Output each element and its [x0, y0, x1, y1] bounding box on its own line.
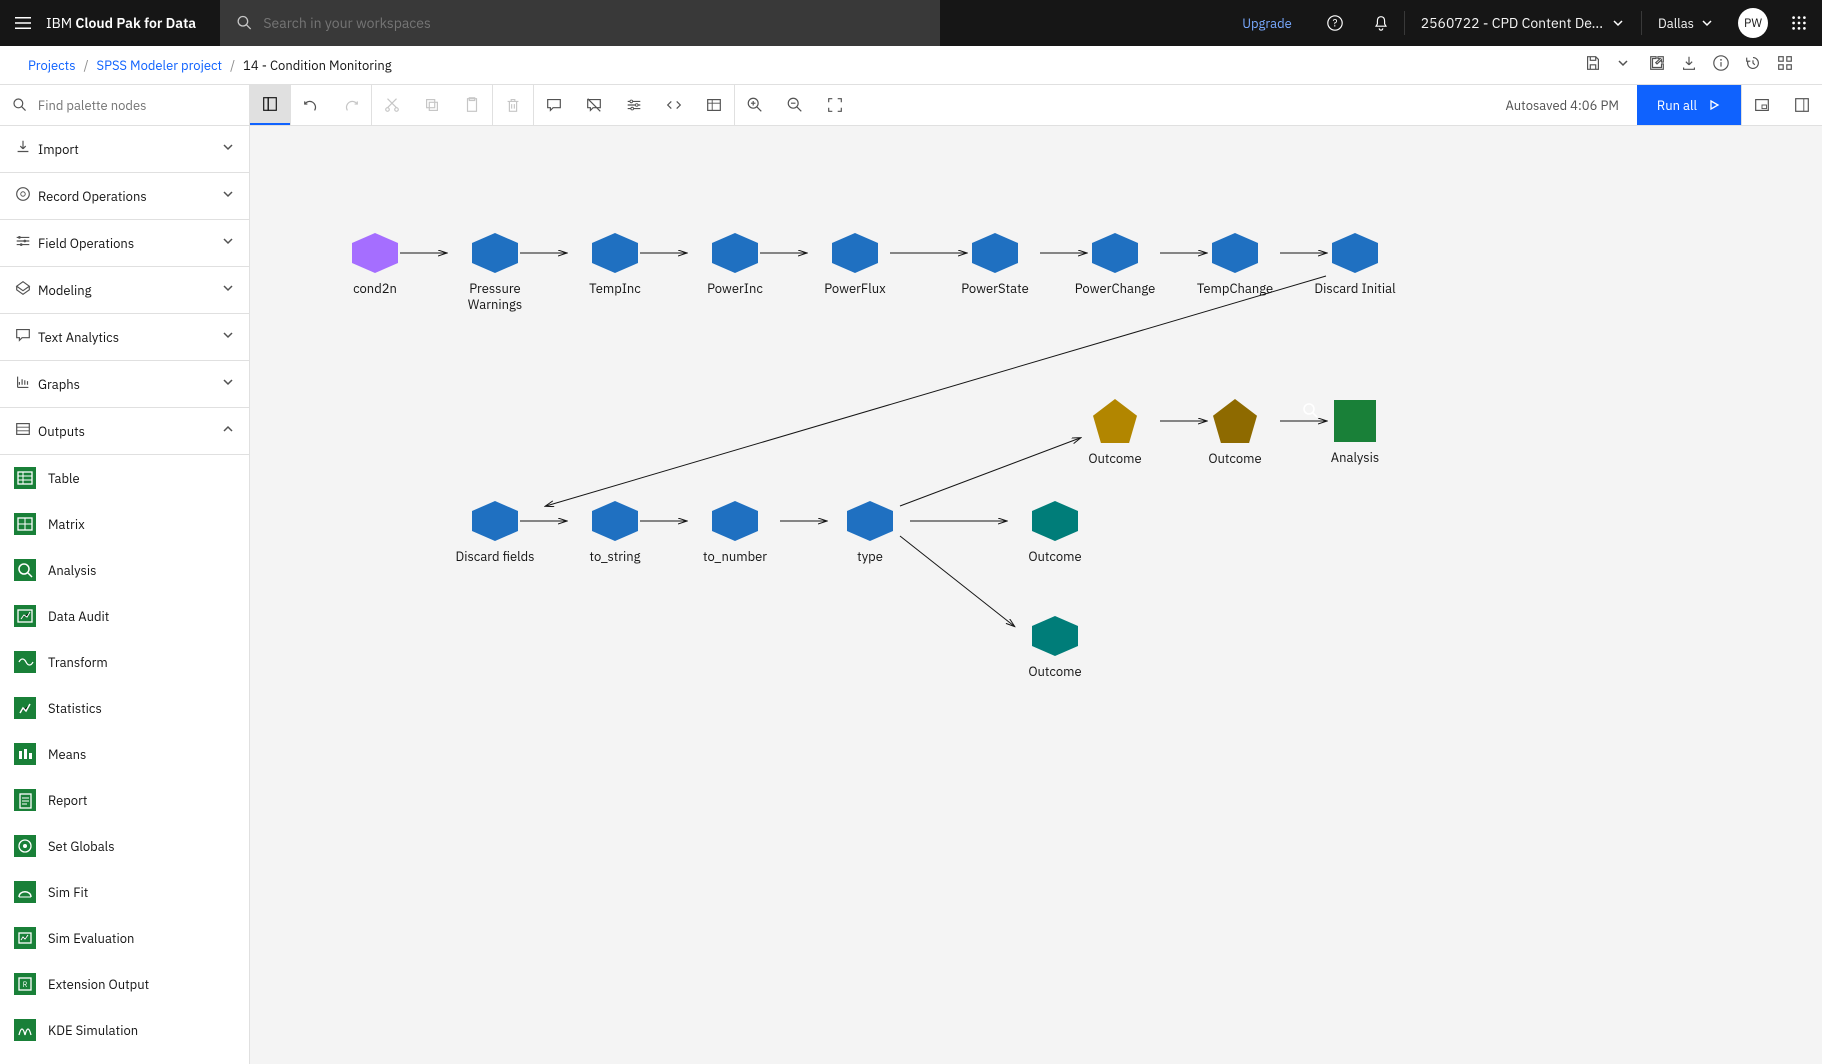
delete-button: [493, 85, 533, 125]
layout-icon[interactable]: [1776, 54, 1794, 76]
node-tempinc[interactable]: TempInc: [560, 233, 670, 297]
breadcrumb-bar: Projects / SPSS Modeler project / 14 - C…: [0, 46, 1822, 85]
redo-button: [331, 85, 371, 125]
app-switcher-icon[interactable]: [1776, 0, 1822, 46]
node-type[interactable]: type: [815, 501, 925, 565]
project-switcher[interactable]: 2560722 - CPD Content De...: [1405, 14, 1641, 32]
breadcrumb-modeler-project[interactable]: SPSS Modeler project: [97, 57, 223, 74]
palette-item-sim-evaluation[interactable]: Sim Evaluation: [0, 915, 249, 961]
node-outcome-apply-1[interactable]: C5.0Outcome: [1000, 501, 1110, 565]
breadcrumb-current: 14 - Condition Monitoring: [243, 57, 392, 74]
comment-button[interactable]: [534, 85, 574, 125]
hamburger-menu[interactable]: [0, 13, 46, 33]
palette-category-import[interactable]: Import: [0, 126, 249, 173]
node-powerstate[interactable]: PowerState: [940, 233, 1050, 297]
palette-item-analysis[interactable]: Analysis: [0, 547, 249, 593]
node-powerflux[interactable]: PowerFlux: [800, 233, 910, 297]
cut-button: [372, 85, 412, 125]
node-powerinc[interactable]: PowerInc: [680, 233, 790, 297]
node-cond2n[interactable]: cond2n: [320, 233, 430, 297]
zoom-in-button[interactable]: [735, 85, 775, 125]
global-search-input[interactable]: [263, 14, 924, 32]
node-powerchange[interactable]: PowerChange: [1060, 233, 1170, 297]
palette-panel: Import Record Operations Field Operation…: [0, 126, 250, 1064]
node-discard-initial[interactable]: ?Discard Initial: [1300, 233, 1410, 297]
palette-item-set-globals[interactable]: Set Globals: [0, 823, 249, 869]
download-icon[interactable]: [1680, 54, 1698, 76]
minimap-button[interactable]: [1742, 85, 1782, 125]
node-discard-fields[interactable]: Discard fields: [440, 501, 550, 565]
flow-canvas[interactable]: cond2n PressureWarnings TempInc PowerInc…: [250, 126, 1822, 1064]
svg-text:C5.0: C5.0: [1183, 403, 1195, 410]
comment-strike-button[interactable]: [574, 85, 614, 125]
node-pressure-warnings[interactable]: PressureWarnings: [440, 233, 550, 314]
info-icon[interactable]: [1712, 54, 1730, 76]
palette-category-outputs[interactable]: Outputs: [0, 408, 249, 455]
palette-item-kde-simulation[interactable]: KDE Simulation: [0, 1007, 249, 1053]
node-tempchange[interactable]: TempChange: [1180, 233, 1290, 297]
node-to-number[interactable]: to_number: [680, 501, 790, 565]
palette-item-report[interactable]: Report: [0, 777, 249, 823]
user-avatar[interactable]: PW: [1738, 8, 1768, 38]
palette-category-record-ops[interactable]: Record Operations: [0, 173, 249, 220]
copy-button: [412, 85, 452, 125]
save-icon[interactable]: [1584, 54, 1602, 76]
svg-text:R: R: [23, 980, 28, 989]
palette-item-extension-output[interactable]: RExtension Output: [0, 961, 249, 1007]
canvas-toolbar: Autosaved 4:06 PM Run all: [0, 85, 1822, 126]
save-chevron-icon[interactable]: [1616, 56, 1630, 74]
svg-text:?: ?: [1307, 238, 1311, 248]
notifications-icon[interactable]: [1358, 0, 1404, 46]
node-outcome-nugget[interactable]: C5.0Outcome: [1180, 399, 1290, 467]
data-button[interactable]: [694, 85, 734, 125]
palette-search[interactable]: [0, 85, 250, 125]
node-outcome-apply-2[interactable]: Outcome: [1000, 616, 1110, 680]
node-outcome-build[interactable]: Outcome: [1060, 399, 1170, 467]
search-icon: [236, 14, 253, 32]
paste-button: [452, 85, 492, 125]
right-panel-button[interactable]: [1782, 85, 1822, 125]
code-button[interactable]: [654, 85, 694, 125]
node-analysis[interactable]: Analysis: [1300, 400, 1410, 466]
palette-category-graphs[interactable]: Graphs: [0, 361, 249, 408]
autosave-status: Autosaved 4:06 PM: [1487, 85, 1636, 125]
svg-text:C5.0: C5.0: [1003, 505, 1015, 512]
chevron-down-icon: [1700, 16, 1714, 30]
svg-text:?: ?: [1332, 17, 1337, 30]
palette-item-sim-fit[interactable]: Sim Fit: [0, 869, 249, 915]
palette-item-matrix[interactable]: Matrix: [0, 501, 249, 547]
upgrade-link[interactable]: Upgrade: [1222, 15, 1312, 32]
palette-item-transform[interactable]: Transform: [0, 639, 249, 685]
run-all-button[interactable]: Run all: [1637, 85, 1741, 125]
palette-item-statistics[interactable]: Statistics: [0, 685, 249, 731]
export-icon[interactable]: [1648, 54, 1666, 76]
breadcrumb-projects[interactable]: Projects: [28, 57, 76, 74]
node-to-string[interactable]: to_string: [560, 501, 670, 565]
zoom-fit-button[interactable]: [815, 85, 855, 125]
settings-button[interactable]: [614, 85, 654, 125]
global-header: IBM Cloud Pak for Data Upgrade ? 2560722…: [0, 0, 1822, 46]
palette-item-means[interactable]: Means: [0, 731, 249, 777]
zoom-out-button[interactable]: [775, 85, 815, 125]
global-search[interactable]: [220, 0, 940, 46]
undo-button[interactable]: [291, 85, 331, 125]
palette-item-data-audit[interactable]: Data Audit: [0, 593, 249, 639]
brand-title: IBM Cloud Pak for Data: [46, 14, 220, 32]
play-icon: [1707, 98, 1721, 112]
palette-search-input[interactable]: [38, 97, 237, 114]
help-icon[interactable]: ?: [1312, 0, 1358, 46]
search-icon: [12, 96, 28, 114]
chevron-down-icon: [1611, 16, 1625, 30]
palette-toggle-button[interactable]: [250, 85, 290, 125]
region-switcher[interactable]: Dallas: [1642, 15, 1730, 32]
palette-item-table[interactable]: Table: [0, 455, 249, 501]
palette-category-field-ops[interactable]: Field Operations: [0, 220, 249, 267]
palette-category-text-analytics[interactable]: Text Analytics: [0, 314, 249, 361]
palette-category-modeling[interactable]: Modeling: [0, 267, 249, 314]
history-icon[interactable]: [1744, 54, 1762, 76]
